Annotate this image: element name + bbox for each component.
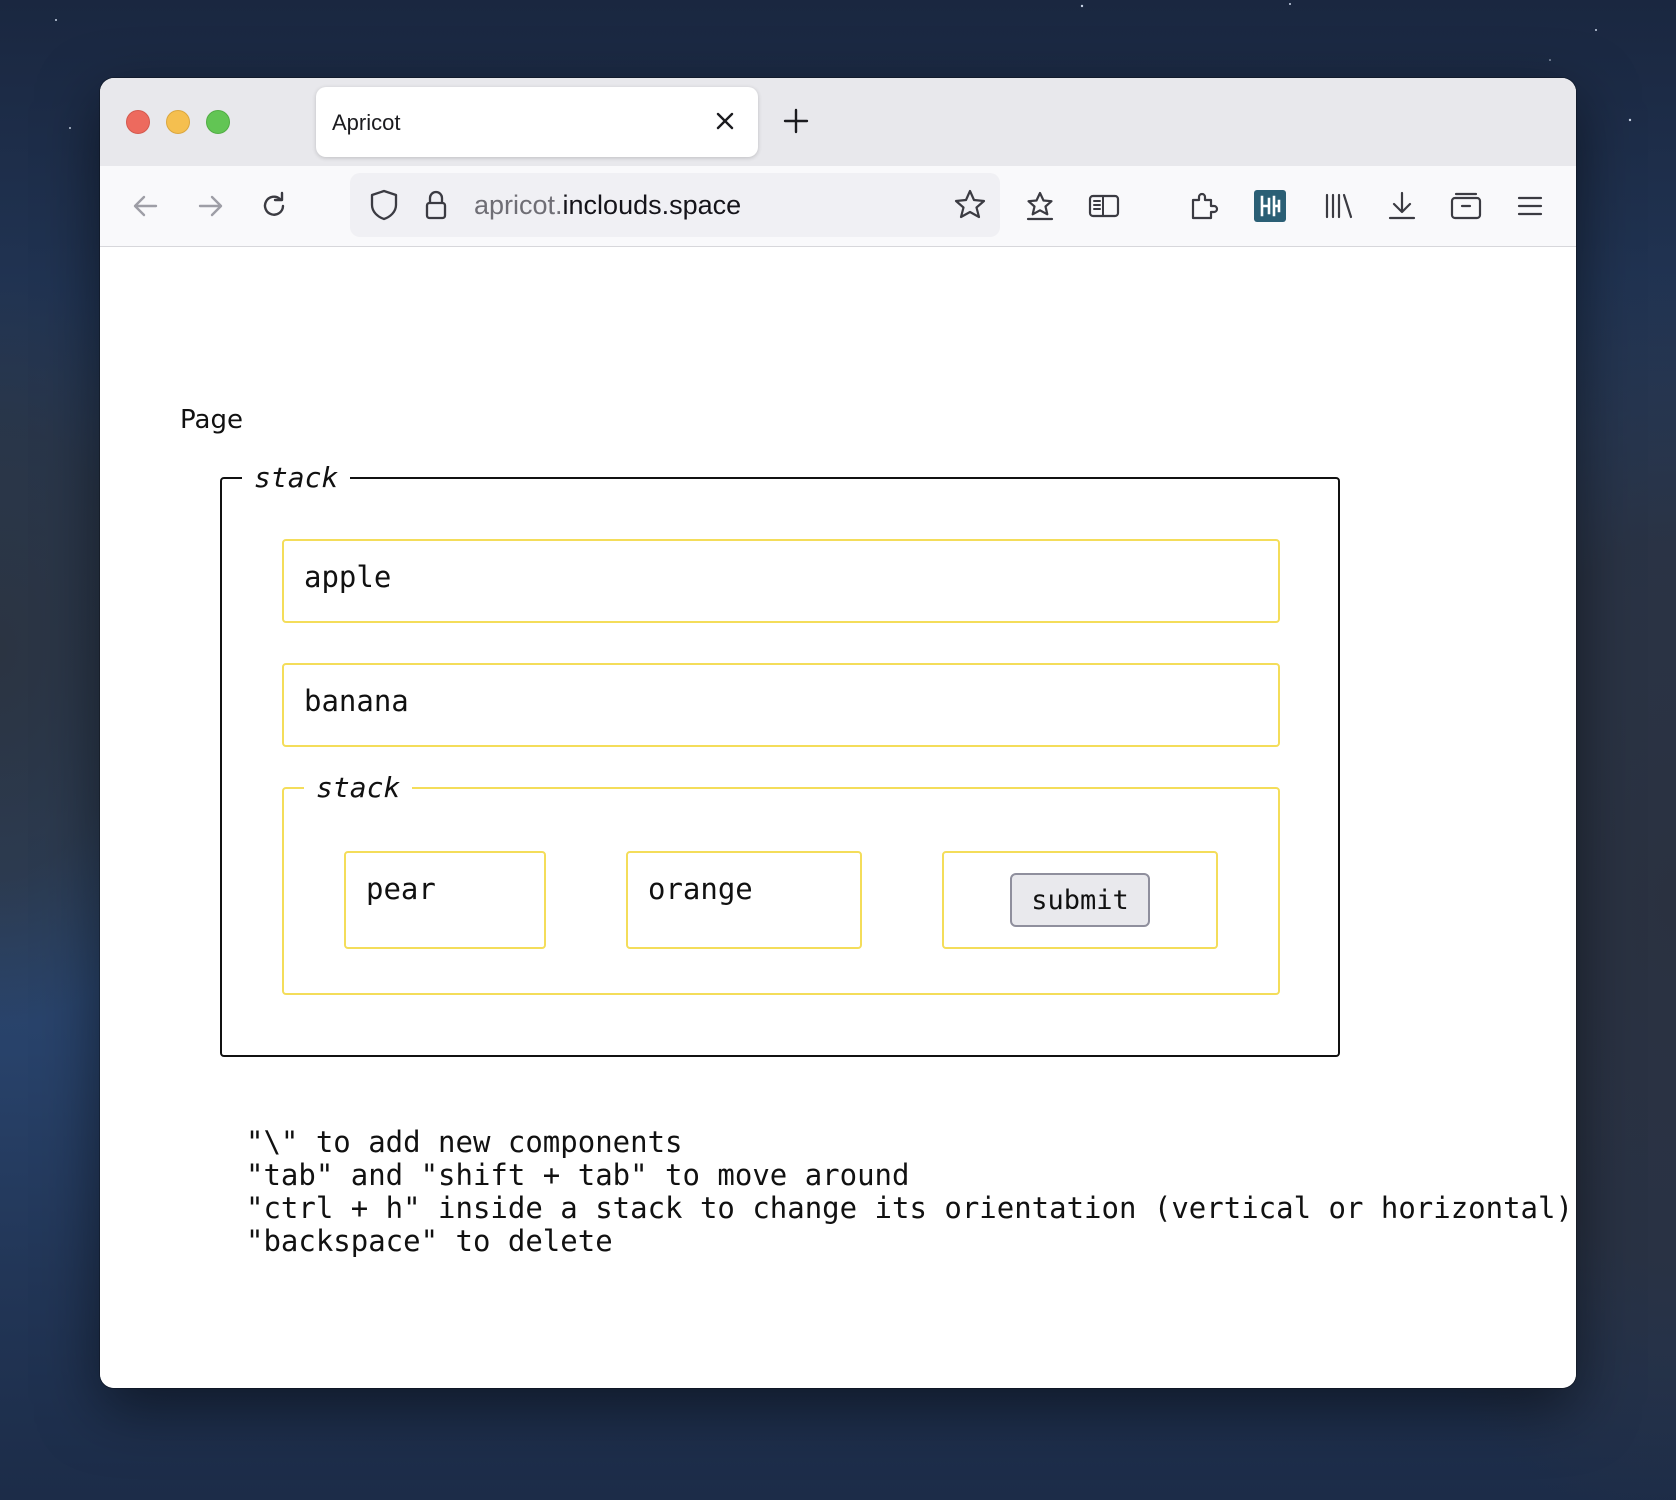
star-outline-box-icon[interactable]: [1020, 186, 1060, 226]
reader-view-icon[interactable]: [1084, 186, 1124, 226]
arrow-left-icon[interactable]: [126, 186, 166, 226]
component-orange[interactable]: orange: [626, 851, 862, 949]
app-extension-icon[interactable]: [1250, 186, 1290, 226]
help-line: "backspace" to delete: [246, 1224, 613, 1258]
close-window-button[interactable]: [126, 110, 150, 134]
close-icon[interactable]: [710, 106, 740, 136]
url-text[interactable]: apricot.inclouds.space: [474, 190, 741, 221]
inner-stack-legend: stack: [316, 771, 401, 804]
library-icon[interactable]: [1318, 186, 1358, 226]
submit-button[interactable]: submit: [1010, 873, 1150, 927]
hamburger-menu-icon[interactable]: [1510, 186, 1550, 226]
page-content: Page stack apple banana stack pear orang…: [100, 247, 1576, 1388]
help-line: "ctrl + h" inside a stack to change its …: [246, 1191, 1573, 1225]
reload-icon[interactable]: [254, 186, 294, 226]
tab-apricot[interactable]: Apricot: [316, 87, 758, 157]
component-submit[interactable]: submit: [942, 851, 1218, 949]
help-line: "\" to add new components: [246, 1125, 683, 1159]
download-icon[interactable]: [1382, 186, 1422, 226]
zoom-window-button[interactable]: [206, 110, 230, 134]
url-domain: inclouds.space: [562, 190, 742, 220]
browser-window: Apricot apricot.inclouds.space Page stac…: [100, 78, 1576, 1388]
tab-bar: Apricot: [100, 78, 1576, 166]
puzzle-icon[interactable]: [1184, 186, 1224, 226]
component-label: orange: [648, 872, 753, 906]
container-icon[interactable]: [1446, 186, 1486, 226]
star-icon[interactable]: [950, 185, 990, 225]
lock-icon[interactable]: [416, 185, 456, 225]
component-banana[interactable]: banana: [282, 663, 1280, 747]
tab-title: Apricot: [332, 110, 401, 135]
url-subdomain: apricot.: [474, 190, 563, 220]
shield-icon[interactable]: [364, 185, 404, 225]
url-bar[interactable]: apricot.inclouds.space: [350, 173, 1000, 237]
component-pear[interactable]: pear: [344, 851, 546, 949]
outer-stack-legend: stack: [254, 461, 339, 494]
component-label: pear: [366, 872, 436, 906]
help-text: "\" to add new components "tab" and "shi…: [246, 1126, 1573, 1258]
arrow-right-icon[interactable]: [190, 186, 230, 226]
plus-icon[interactable]: [776, 101, 816, 141]
help-line: "tab" and "shift + tab" to move around: [246, 1158, 910, 1192]
page-label: Page: [180, 405, 243, 435]
minimize-window-button[interactable]: [166, 110, 190, 134]
component-label: apple: [304, 560, 392, 594]
navigation-toolbar: apricot.inclouds.space: [100, 166, 1576, 247]
component-apple[interactable]: apple: [282, 539, 1280, 623]
component-label: banana: [304, 684, 409, 718]
